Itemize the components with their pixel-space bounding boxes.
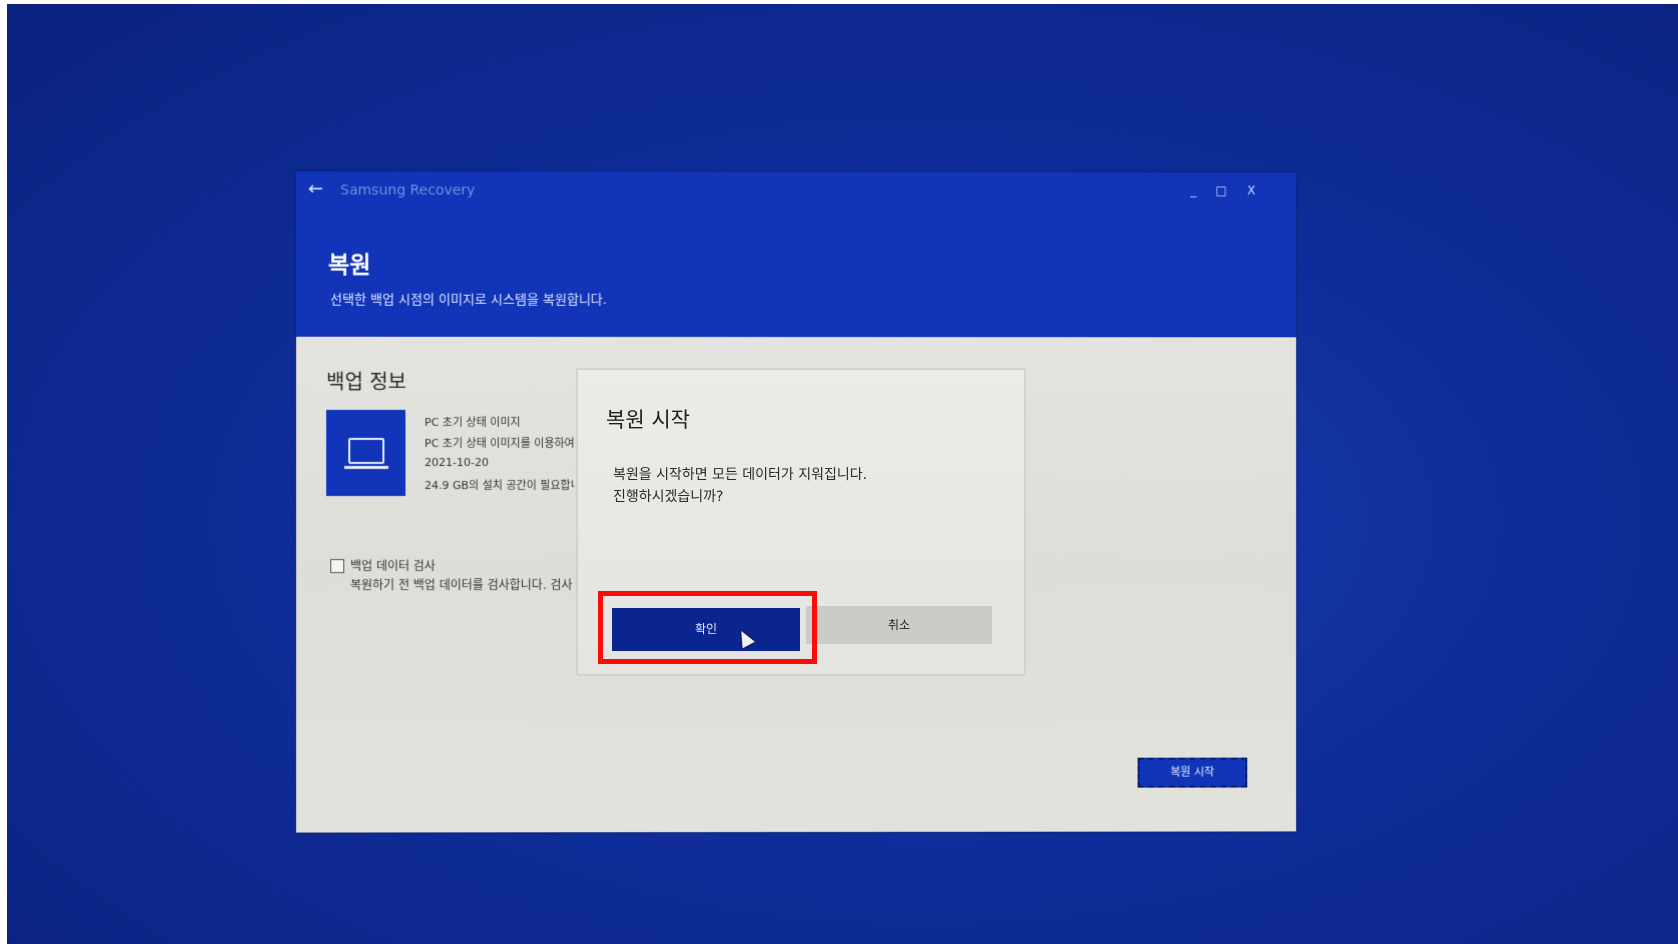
dialog-message-line2: 진행하시겠습니까?: [613, 489, 724, 505]
minimize-button[interactable]: _: [1182, 180, 1204, 200]
space-required: 24.9 GB의 설치 공간이 필요합니다.: [424, 478, 575, 492]
laptop-icon: [348, 437, 385, 464]
backup-description: PC 초기 상태 이미지를 이용하여: [424, 436, 575, 450]
backup-date: 2021-10-20: [424, 455, 489, 469]
verify-backup-label: 백업 데이터 검사: [350, 559, 436, 574]
red-highlight-box: [598, 591, 817, 664]
header-banner: ← Samsung Recovery _ □ X 복원 선택한 백업 시점의 이…: [296, 171, 1297, 338]
dialog-message-line1: 복원을 시작하면 모든 데이터가 지워집니다.: [613, 467, 868, 483]
start-restore-button[interactable]: 복원 시작: [1137, 757, 1248, 788]
dialog-title: 복원 시작: [606, 408, 690, 432]
desktop-background: ← Samsung Recovery _ □ X 복원 선택한 백업 시점의 이…: [7, 4, 1678, 944]
maximize-button[interactable]: □: [1210, 180, 1232, 200]
title-bar: ← Samsung Recovery _ □ X: [296, 171, 1296, 208]
restore-confirm-dialog: 복원 시작 복원을 시작하면 모든 데이터가 지워집니다. 진행하시겠습니까? …: [577, 369, 1025, 675]
close-button[interactable]: X: [1240, 180, 1262, 200]
verify-backup-description: 복원하기 전 백업 데이터를 검사합니다. 검사: [350, 578, 573, 593]
back-arrow-icon[interactable]: ←: [308, 178, 332, 199]
page-title: 복원: [328, 252, 371, 279]
app-title: Samsung Recovery: [340, 182, 476, 199]
cancel-button[interactable]: 취소: [806, 606, 992, 644]
verify-backup-checkbox[interactable]: [330, 559, 345, 574]
backup-image-name: PC 초기 상태 이미지: [424, 415, 521, 429]
backup-image-tile: [326, 409, 406, 496]
backup-info-heading: 백업 정보: [326, 369, 407, 394]
page-subtitle: 선택한 백업 시점의 이미지로 시스템을 복원합니다.: [330, 292, 607, 308]
